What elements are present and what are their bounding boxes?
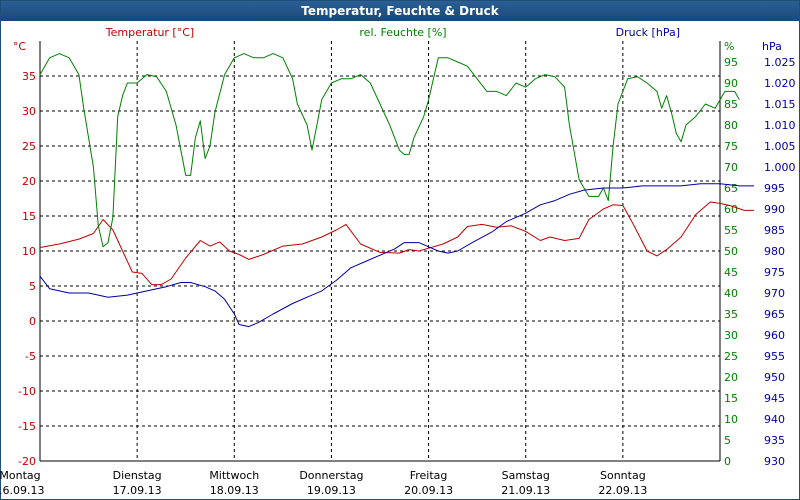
humidity-tick-label: 70 <box>724 161 738 174</box>
temperature-ticks: 35 30 25 20 15 10 5 0 -5 -10 -15 -20 <box>18 70 36 468</box>
temperature-tick-label: 25 <box>22 140 36 153</box>
pressure-tick-label: 1.015 <box>764 98 796 111</box>
pressure-ticks: 1.025 1.020 1.015 1.010 1.005 1.000 995 990 985 9… <box>764 56 796 468</box>
pressure-tick-label: 970 <box>764 287 785 300</box>
humidity-tick-label: 95 <box>724 56 738 69</box>
temperature-tick-label: 20 <box>22 175 36 188</box>
humidity-tick-label: 80 <box>724 119 738 132</box>
pressure-tick-label: 940 <box>764 413 785 426</box>
humidity-tick-label: 0 <box>724 455 731 468</box>
humidity-tick-label: 65 <box>724 182 738 195</box>
temperature-tick-label: 10 <box>22 245 36 258</box>
temperature-tick-label: 15 <box>22 210 36 223</box>
x-ticks: Montag 16.09.13 Dienstag 17.09.13 Mittwoch 18… <box>0 469 647 497</box>
temperature-tick-label: 30 <box>22 105 36 118</box>
pressure-tick-label: 975 <box>764 266 785 279</box>
humidity-tick-label: 85 <box>724 98 738 111</box>
pressure-tick-label: 930 <box>764 455 785 468</box>
pressure-tick-label: 960 <box>764 329 785 342</box>
pressure-tick-label: 950 <box>764 371 785 384</box>
x-tick-date: 22.09.13 <box>598 484 647 497</box>
humidity-unit: % <box>724 40 734 53</box>
humidity-tick-label: 10 <box>724 413 738 426</box>
humidity-tick-label: 20 <box>724 371 738 384</box>
humidity-tick-label: 55 <box>724 224 738 237</box>
pressure-tick-label: 995 <box>764 182 785 195</box>
pressure-axis-title: Druck [hPa] <box>616 26 680 39</box>
pressure-tick-label: 1.000 <box>764 161 796 174</box>
humidity-tick-label: 75 <box>724 140 738 153</box>
pressure-tick-label: 1.025 <box>764 56 796 69</box>
temperature-tick-label: 5 <box>29 280 36 293</box>
temperature-series-line <box>39 201 754 286</box>
x-tick-day: Montag <box>0 469 41 482</box>
humidity-tick-label: 30 <box>724 329 738 342</box>
temperature-tick-label: -20 <box>18 455 36 468</box>
pressure-tick-label: 990 <box>764 203 785 216</box>
humidity-tick-label: 90 <box>724 77 738 90</box>
pressure-tick-label: 985 <box>764 224 785 237</box>
temperature-unit: °C <box>13 40 27 53</box>
pressure-tick-label: 1.005 <box>764 140 796 153</box>
x-tick-day: Samstag <box>502 469 550 482</box>
pressure-series-line <box>39 183 754 328</box>
humidity-tick-label: 35 <box>724 308 738 321</box>
pressure-tick-label: 980 <box>764 245 785 258</box>
temperature-tick-label: -15 <box>18 420 36 433</box>
pressure-tick-label: 935 <box>764 434 785 447</box>
humidity-tick-label: 40 <box>724 287 738 300</box>
x-tick-date: 21.09.13 <box>501 484 550 497</box>
weather-chart: Temperatur [°C] rel. Feuchte [%] Druck [… <box>0 26 796 497</box>
x-tick-day: Mittwoch <box>209 469 259 482</box>
x-tick-day: Freitag <box>410 469 448 482</box>
humidity-tick-label: 15 <box>724 392 738 405</box>
x-tick-date: 17.09.13 <box>113 484 162 497</box>
x-tick-date: 16.09.13 <box>0 484 44 497</box>
pressure-unit: hPa <box>762 40 782 53</box>
temperature-tick-label: -10 <box>18 385 36 398</box>
humidity-ticks: 95908580757065605550454035302520151050 <box>724 56 738 468</box>
pressure-tick-label: 945 <box>764 392 785 405</box>
pressure-tick-label: 955 <box>764 350 785 363</box>
humidity-tick-label: 5 <box>724 434 731 447</box>
x-tick-day: Donnerstag <box>299 469 363 482</box>
temperature-axis-title: Temperatur [°C] <box>105 26 194 39</box>
x-tick-date: 20.09.13 <box>404 484 453 497</box>
pressure-tick-label: 1.010 <box>764 119 796 132</box>
humidity-axis-title: rel. Feuchte [%] <box>359 26 446 39</box>
humidity-tick-label: 50 <box>724 245 738 258</box>
x-tick-date: 18.09.13 <box>210 484 259 497</box>
temperature-tick-label: 35 <box>22 70 36 83</box>
pressure-tick-label: 965 <box>764 308 785 321</box>
temperature-tick-label: -5 <box>25 350 36 363</box>
pressure-tick-label: 1.020 <box>764 77 796 90</box>
x-tick-date: 19.09.13 <box>307 484 356 497</box>
humidity-tick-label: 25 <box>724 350 738 363</box>
x-tick-day: Sonntag <box>600 469 646 482</box>
temperature-tick-label: 0 <box>29 315 36 328</box>
x-tick-day: Dienstag <box>113 469 162 482</box>
humidity-series-line <box>39 53 740 248</box>
humidity-tick-label: 45 <box>724 266 738 279</box>
